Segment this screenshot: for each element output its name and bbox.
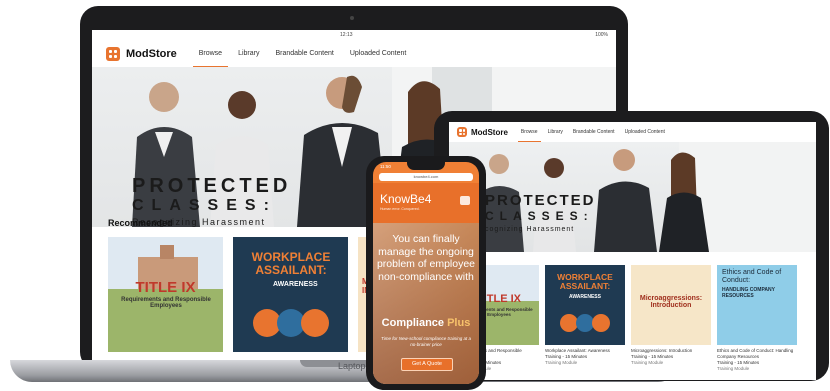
tab-library[interactable]: Library [543,123,568,142]
tablet-screen: ModStore Browse Library Brandable Conten… [449,122,816,380]
battery-indicator: 100% [595,32,608,38]
app-brand[interactable]: ModStore [471,128,508,137]
hero-title-line2: CLASSES: [485,209,594,223]
hero-title-line1: PROTECTED [485,192,596,209]
knowbe4-logo[interactable]: KnowBe4 [380,192,431,206]
card-caption: Microaggressions: Introduction Training … [631,348,713,366]
laptop-brand-label: Laptop [338,361,366,371]
app-brand[interactable]: ModStore [126,48,177,60]
card-art-title: WORKPLACE ASSAILANT: [557,272,613,291]
card-subtitle: AWARENESS [273,281,318,288]
card-title: TITLE IX [135,279,196,296]
caption-type: Training Module [631,360,664,365]
card-art-title: Microaggressions: Introduction [639,295,703,309]
caption-type: Training Module [717,366,750,371]
recommended-cards: TITLE IX Requirements and Responsible Em… [459,265,797,345]
card-caption: Ethics and Code of Conduct: Handling Com… [717,348,799,372]
hero-title: PROTECTED [132,175,291,198]
get-quote-button[interactable]: Get A Quote [401,358,453,371]
menu-icon[interactable] [460,196,470,205]
phone-headline: You can finally manage the ongoing probl… [376,233,476,283]
caption-title: Ethics and Code of Conduct: Handling Com… [717,348,794,359]
card-ethics[interactable]: Ethics and Code of Conduct: HANDLING COM… [717,265,797,345]
compliance-plus-logo: Compliance Plus [375,317,477,329]
recommended-heading: Recommended [108,218,173,228]
app-navbar: ModStore Browse Library Brandable Conten… [92,40,616,68]
caption-type: Training Module [545,360,578,365]
tab-browse[interactable]: Browse [516,123,543,143]
status-clock: 12:13 [340,32,353,38]
safety-icons [560,314,610,332]
tab-library[interactable]: Library [230,41,267,67]
hero-title-line1: PROTECTED [132,175,292,197]
card-workplace-assailant[interactable]: WORKPLACE ASSAILANT: AWARENESS [545,265,625,345]
plus-word: Plus [447,317,471,329]
card-microaggressions[interactable]: Microaggressions: Introduction [631,265,711,345]
modstore-logo-icon[interactable] [457,127,467,137]
card-art-subtitle: HANDLING COMPANY RESOURCES [722,287,775,299]
tablet-navbar: ModStore Browse Library Brandable Conten… [449,122,816,143]
phone-subtext: Time for New-school compliance training … [381,336,471,347]
tablet-hero-banner[interactable]: PROTECTED CLASSES: cognizing Harassment [449,142,816,252]
card-subtitle: Requirements and Responsible Employees [121,297,211,309]
tab-brandable-content[interactable]: Brandable Content [568,123,620,142]
tab-uploaded-content[interactable]: Uploaded Content [342,41,414,67]
safety-icons [253,309,329,337]
hero-subtitle: cognizing Harassment [485,226,575,233]
hero-title-line2: CLASSES: [132,197,277,214]
phone-overlay: KnowBe4 Human error. Conquered. You can … [373,162,479,384]
tab-uploaded-content[interactable]: Uploaded Content [620,123,670,142]
knowbe4-tagline: Human error. Conquered. [380,207,420,211]
card-art-subtitle: AWARENESS [569,294,601,300]
status-bar: 12:13 100% [92,30,616,40]
tab-brandable-content[interactable]: Brandable Content [267,41,341,67]
tab-browse[interactable]: Browse [191,41,230,68]
laptop-camera [350,16,354,20]
compliance-word: Compliance [381,317,445,329]
card-caption: Workplace Assailant: Awareness Training … [545,348,627,366]
recommended-cards: TITLE IX Requirements and Responsible Em… [108,237,378,352]
modstore-logo-icon[interactable] [106,46,120,61]
card-title: WORKPLACE ASSAILANT: [251,250,331,277]
card-title-ix[interactable]: TITLE IX Requirements and Responsible Em… [108,237,223,352]
card-workplace-assailant[interactable]: WORKPLACE ASSAILANT: AWARENESS [233,237,348,352]
card-art-title: Ethics and Code of Conduct: [722,269,782,284]
